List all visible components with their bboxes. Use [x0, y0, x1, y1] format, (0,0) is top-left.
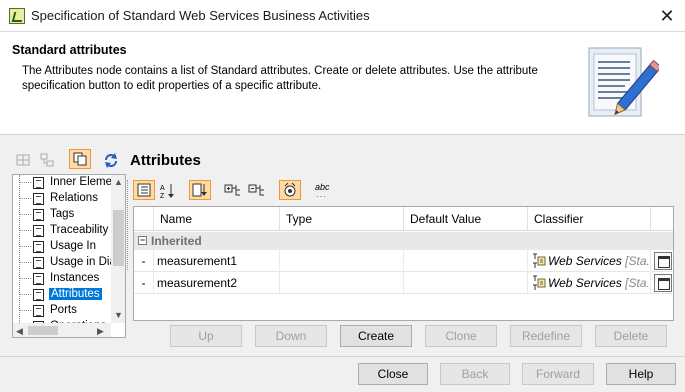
cell-type[interactable]	[280, 250, 404, 272]
tree-item-instances[interactable]: Instances	[13, 271, 111, 287]
scroll-thumb[interactable]	[28, 326, 58, 335]
scroll-left-icon[interactable]: ◀	[16, 325, 23, 337]
node-icon	[33, 177, 44, 189]
specification-icon[interactable]	[654, 252, 672, 270]
scroll-thumb[interactable]	[113, 210, 124, 266]
tree-item-tags[interactable]: Tags	[13, 207, 111, 223]
header-extra-column	[651, 207, 673, 231]
close-button[interactable]: Close	[358, 363, 428, 385]
column-header-type[interactable]: Type	[280, 207, 404, 231]
cell-classifier[interactable]: Web Services [Sta...	[528, 250, 651, 272]
redefine-button[interactable]: Redefine	[510, 325, 582, 347]
clone-button[interactable]: Clone	[425, 325, 497, 347]
show-inherited-button[interactable]	[279, 180, 301, 200]
group-list-icon	[137, 183, 151, 197]
node-icon	[33, 209, 44, 221]
sort-order-icon	[192, 183, 207, 197]
up-button[interactable]: Up	[170, 325, 242, 347]
cell-name[interactable]: measurement2	[154, 272, 280, 294]
scroll-up-icon[interactable]: ▲	[114, 176, 123, 188]
header-panel: Standard attributes The Attributes node …	[0, 32, 685, 135]
tree-item-relations[interactable]: Relations	[13, 191, 111, 207]
title-bar: Specification of Standard Web Services B…	[0, 0, 685, 32]
column-header-name[interactable]: Name	[154, 207, 280, 231]
down-button[interactable]: Down	[255, 325, 327, 347]
cell-name[interactable]: measurement1	[154, 250, 280, 272]
classifier-suffix: [Sta...	[625, 254, 650, 268]
cell-classifier[interactable]: Web Services [Sta...	[528, 272, 651, 294]
delete-button[interactable]: Delete	[595, 325, 667, 347]
specification-icon[interactable]	[654, 274, 672, 292]
forward-button[interactable]: Forward	[522, 363, 594, 385]
classifier-name: Web Services	[548, 254, 622, 268]
node-icon	[33, 241, 44, 253]
column-header-default-value[interactable]: Default Value	[404, 207, 528, 231]
tree-item-traceability[interactable]: Traceability	[13, 223, 111, 239]
cell-type[interactable]	[280, 272, 404, 294]
copy-icon	[73, 152, 87, 166]
group-row-inherited[interactable]: − Inherited	[134, 232, 673, 250]
header-title: Standard attributes	[12, 43, 127, 57]
collapse-all-icon[interactable]	[246, 181, 268, 201]
tree-item-attributes[interactable]: Attributes	[13, 287, 111, 303]
header-marker-column	[134, 207, 154, 231]
table-row[interactable]: - measurement1 Web Services [Sta...	[134, 250, 673, 272]
column-header-classifier[interactable]: Classifier	[528, 207, 651, 231]
abc-label: abc	[315, 182, 330, 192]
tree-item-usage-in-diagrams[interactable]: Usage in Dia	[13, 255, 111, 271]
group-label: Inherited	[151, 234, 202, 248]
close-window-button[interactable]: ✕	[655, 4, 679, 28]
tree-item-inner-elements[interactable]: Inner Eleme	[13, 175, 111, 191]
scroll-right-icon[interactable]: ▶	[97, 325, 104, 337]
classifier-name: Web Services	[548, 276, 622, 290]
panel-splitter[interactable]	[127, 180, 130, 270]
sort-alphabetical-icon[interactable]: AZ	[157, 181, 179, 201]
node-icon	[33, 305, 44, 317]
table-row[interactable]: - measurement2 Web Services [Sta...	[134, 272, 673, 294]
tree-view-icon[interactable]	[36, 150, 58, 170]
row-marker: -	[134, 272, 154, 294]
navigation-tree[interactable]: Inner Eleme Relations Tags Traceability …	[12, 174, 126, 338]
node-icon	[33, 289, 44, 301]
classifier-icon	[533, 275, 546, 290]
dots-icon: ···	[316, 192, 327, 201]
cell-default-value[interactable]	[404, 272, 528, 294]
panel-title: Attributes	[130, 152, 201, 169]
node-icon	[33, 273, 44, 285]
create-button[interactable]: Create	[340, 325, 412, 347]
app-icon	[9, 8, 25, 24]
tree-vertical-scrollbar[interactable]: ▲ ▼	[111, 175, 125, 323]
help-button[interactable]: Help	[606, 363, 676, 385]
refresh-icon[interactable]	[100, 150, 122, 170]
node-icon	[33, 257, 44, 269]
expand-all-icon[interactable]	[222, 181, 244, 201]
window-title: Specification of Standard Web Services B…	[31, 8, 370, 23]
cell-default-value[interactable]	[404, 250, 528, 272]
classifier-suffix: [Sta...	[625, 276, 650, 290]
inherited-icon	[284, 182, 296, 197]
back-button[interactable]: Back	[440, 363, 510, 385]
attributes-table[interactable]: Name Type Default Value Classifier − Inh…	[133, 206, 674, 321]
sort-order-button[interactable]	[189, 180, 211, 200]
svg-text:Z: Z	[160, 193, 165, 200]
copy-view-button[interactable]	[69, 149, 91, 169]
tree-item-ports[interactable]: Ports	[13, 303, 111, 319]
tree-horizontal-scrollbar[interactable]: ◀ ▶	[13, 323, 111, 337]
footer-divider	[0, 356, 685, 357]
row-marker: -	[134, 250, 154, 272]
node-icon	[33, 225, 44, 237]
grid-view-icon[interactable]	[12, 150, 34, 170]
node-icon	[33, 193, 44, 205]
document-pencil-icon	[588, 47, 659, 117]
scroll-down-icon[interactable]: ▼	[114, 309, 123, 321]
classifier-icon	[533, 253, 546, 268]
abc-filter-button[interactable]: abc ···	[313, 181, 333, 201]
tree-item-usage-in[interactable]: Usage In	[13, 239, 111, 255]
collapse-group-icon[interactable]: −	[138, 236, 147, 245]
svg-text:A: A	[160, 185, 165, 192]
header-description: The Attributes node contains a list of S…	[22, 65, 538, 92]
group-toggle-button[interactable]	[133, 180, 155, 200]
